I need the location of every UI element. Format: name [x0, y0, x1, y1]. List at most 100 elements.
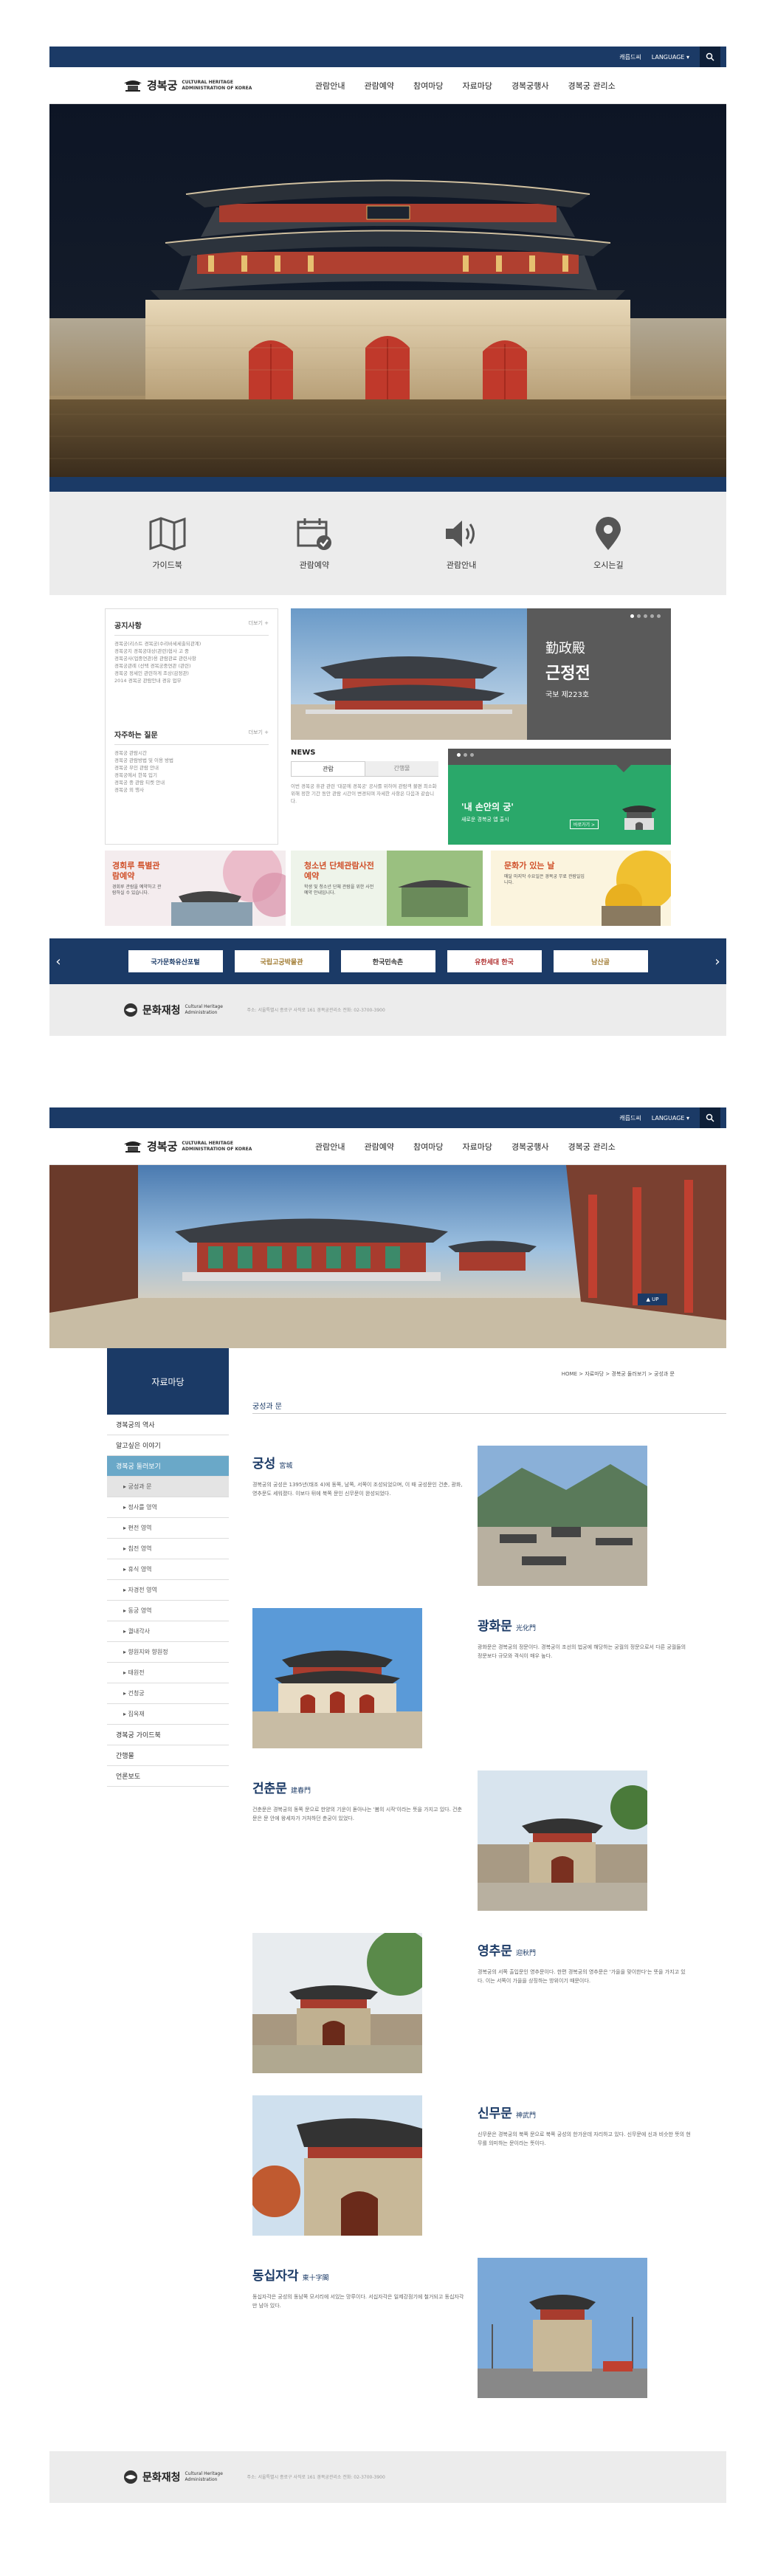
side-nav-item[interactable]: 언론보도 — [107, 1766, 229, 1787]
language-select[interactable]: LANGUAGE ▾ — [652, 1115, 689, 1122]
side-nav-item[interactable]: ▸ 동궁 영역 — [107, 1601, 229, 1621]
banner-1-desc: 경회루 관람을 예약하고 관람하실 수 있습니다. — [112, 885, 162, 896]
gwanghwamun-night-illustration — [49, 179, 726, 477]
side-nav-item[interactable]: ▸ 궁성과 문 — [107, 1477, 229, 1497]
notice-item[interactable]: 경복궁사(업중연관)용 관람관료 관련사항 — [114, 655, 269, 662]
gate-name: 신무문 — [478, 2106, 512, 2121]
menu-item-reserve[interactable]: 관람예약 — [364, 1141, 393, 1153]
search-button[interactable] — [700, 47, 720, 67]
side-nav-item[interactable]: 경복궁 둘러보기 — [107, 1456, 229, 1477]
side-nav-item[interactable]: ▸ 자경전 영역 — [107, 1580, 229, 1601]
family-site-2[interactable]: 국립고궁박물관 — [234, 950, 329, 972]
menu-item-events[interactable]: 경복궁행사 — [512, 1141, 549, 1153]
quick-guidebook[interactable]: 가이드북 — [148, 516, 187, 571]
scroll-top-button[interactable]: ▲ UP — [638, 1294, 667, 1305]
quick-info[interactable]: 관람안내 — [441, 516, 481, 571]
side-nav-item[interactable]: ▸ 정사를 영역 — [107, 1497, 229, 1518]
side-nav-item[interactable]: ▸ 태원전 — [107, 1663, 229, 1683]
footer-logo[interactable]: 문화재청 Cultural Heritage Administration — [123, 2470, 237, 2484]
menu-item-resources[interactable]: 자료마당 — [462, 1141, 492, 1153]
gate-name: 건춘문 — [252, 1782, 287, 1796]
menu-item-info[interactable]: 관람안내 — [315, 80, 345, 92]
side-nav-item[interactable]: 경복궁 가이드북 — [107, 1725, 229, 1745]
logo-en-line1: CULTURAL HERITAGE — [182, 1140, 233, 1146]
gwanghwamun-day-illustration — [252, 1608, 422, 1748]
site-logo[interactable]: 경복궁 CULTURAL HERITAGE ADMINISTRATION OF K… — [123, 1138, 308, 1154]
faq-item[interactable]: 경복궁 중 관람 티켓 안내 — [114, 779, 269, 786]
faq-item[interactable]: 경복궁 관람방법 및 이용 방법 — [114, 757, 269, 764]
notice-item[interactable]: 경복궁 정세인 관련하게 조상(감정관) — [114, 670, 269, 677]
hero-image-gwanghwamun — [49, 104, 726, 477]
side-nav-item[interactable]: ▸ 궐내각사 — [107, 1621, 229, 1642]
footer-logo[interactable]: 문화재청 Cultural Heritage Administration — [123, 1003, 237, 1017]
footer: 문화재청 Cultural Heritage Administration 주소… — [49, 2451, 726, 2503]
family-site-5[interactable]: 남산골 — [553, 950, 648, 972]
slider-dots[interactable] — [630, 614, 661, 618]
next-arrow-icon[interactable]: › — [709, 938, 726, 984]
menu-item-office[interactable]: 경복궁 관리소 — [568, 1141, 616, 1153]
side-nav-item[interactable]: ▸ 향원지와 향원정 — [107, 1642, 229, 1663]
faq-item[interactable]: 경복궁 관람시간 — [114, 749, 269, 757]
news-title: NEWS — [291, 749, 316, 757]
menu-item-events[interactable]: 경복궁행사 — [512, 80, 549, 92]
main-page: 캐릅드씨 LANGUAGE ▾ 경복궁 CULTURAL HERITAGE ADM… — [49, 47, 726, 1036]
banner-gyeonghoeru[interactable]: 경회루 특별관람예약 경회루 관람을 예약하고 관람하실 수 있습니다. — [105, 851, 286, 926]
gate-hanja: 神武門 — [516, 2112, 537, 2120]
news-tab-2[interactable]: 간행물 — [365, 761, 438, 776]
menu-item-reserve[interactable]: 관람예약 — [364, 80, 393, 92]
gate-desc: 동십자각은 궁성의 동남쪽 모서리에 서있는 망루이다. 서십자각은 일제강점기… — [252, 2294, 464, 2309]
notice-item[interactable]: 경복궁(리스트 경복궁(수리바세세출되관계) — [114, 640, 269, 648]
app-promo[interactable]: '내 손안의 궁' 새로운 경복궁 앱 출시 바로가기 > — [448, 749, 671, 845]
menu-item-resources[interactable]: 자료마당 — [462, 80, 492, 92]
gate-hanja: 建春門 — [291, 1787, 311, 1795]
site-logo[interactable]: 경복궁 CULTURAL HERITAGE ADMINISTRATION OF K… — [123, 78, 308, 93]
gate-hanja: 宮城 — [279, 1463, 293, 1470]
banner-culture-day[interactable]: 문화가 있는 날 매달 마지막 수요일은 경복궁 무료 관람일입니다. — [491, 851, 671, 926]
palace-roof-icon — [124, 1141, 142, 1153]
menu-item-office[interactable]: 경복궁 관리소 — [568, 80, 616, 92]
faq-more-link[interactable]: 더보기 + — [249, 729, 269, 740]
menu-item-participate[interactable]: 참여마당 — [413, 80, 443, 92]
top-link-1[interactable]: 캐릅드씨 — [619, 1114, 641, 1122]
menu-item-participate[interactable]: 참여마당 — [413, 1141, 443, 1153]
side-nav-item[interactable]: ▸ 집옥재 — [107, 1704, 229, 1725]
hero-image-sub — [49, 1165, 726, 1348]
side-nav-item[interactable]: 알고싶은 이야기 — [107, 1435, 229, 1456]
top-link-1[interactable]: 캐릅드씨 — [619, 53, 641, 61]
notice-item[interactable]: 경복궁지 경복궁대상(관련)협사 고 중 — [114, 648, 269, 655]
menu-item-info[interactable]: 관람안내 — [315, 1141, 345, 1153]
logo-text: 경복궁 — [147, 1140, 178, 1153]
search-button[interactable] — [700, 1107, 720, 1128]
language-select[interactable]: LANGUAGE ▾ — [652, 54, 689, 61]
side-nav-item[interactable]: ▸ 휴식 영역 — [107, 1559, 229, 1580]
banner-group-reservation[interactable]: 청소년 단체관람사전예약 학생 및 청소년 단체 관람을 위한 사전 예약 안내… — [291, 851, 483, 926]
side-nav-item[interactable]: ▸ 편전 영역 — [107, 1518, 229, 1539]
faq-item[interactable]: 경복궁에서 한복 입기 — [114, 772, 269, 779]
promo-button[interactable]: 바로가기 > — [570, 820, 599, 829]
sub-content: 자료마당 경복궁의 역사 알고싶은 이야기 경복궁 둘러보기 ▸ 궁성과 문 ▸ 정사를… — [49, 1294, 726, 2456]
news-tab-1[interactable]: 관람 — [291, 761, 365, 776]
side-nav-item[interactable]: 경복궁의 역사 — [107, 1415, 229, 1435]
logo-en-line2: ADMINISTRATION OF KOREA — [182, 85, 252, 91]
faq-item[interactable]: 경복궁 무인 관람 안내 — [114, 764, 269, 772]
notice-more-link[interactable]: 더보기 + — [249, 619, 269, 631]
prev-arrow-icon[interactable]: ‹ — [49, 938, 67, 984]
quick-directions[interactable]: 오시는길 — [588, 516, 628, 571]
family-site-4[interactable]: 유한세대 한국 — [447, 950, 542, 972]
side-nav-item[interactable]: ▸ 건청궁 — [107, 1683, 229, 1704]
side-nav-item[interactable]: ▸ 침전 영역 — [107, 1539, 229, 1559]
news-body: 이번 경복궁 휴관 관련 '대문에 경복궁' 공사를 위하여 관람객 불편 최소… — [291, 783, 437, 804]
family-site-1[interactable]: 국가문화유산포털 — [128, 950, 223, 972]
gate-desc: 경복궁의 궁성은 1395년(태조 4)에 동쪽, 남쪽, 서쪽이 조성되었으며… — [252, 1482, 463, 1497]
side-nav-item[interactable]: 간행물 — [107, 1745, 229, 1766]
feature-banner[interactable]: 勤政殿 근정전 국보 제223호 — [291, 608, 671, 740]
gate-name: 궁성 — [252, 1457, 276, 1471]
notice-item[interactable]: 경복궁관례 (선택 경복궁중연관 (관련) — [114, 662, 269, 670]
quick-reservation[interactable]: 관람예약 — [294, 516, 334, 571]
notice-item[interactable]: 2014 경복궁 관람안내 경유 업무 — [114, 677, 269, 684]
faq-item[interactable]: 경복궁 외 행사 — [114, 786, 269, 794]
family-site-3[interactable]: 한국민속촌 — [340, 950, 435, 972]
promo-slider-dots[interactable] — [457, 753, 474, 757]
gate-image — [252, 1608, 422, 1748]
gate-image — [252, 2095, 422, 2236]
